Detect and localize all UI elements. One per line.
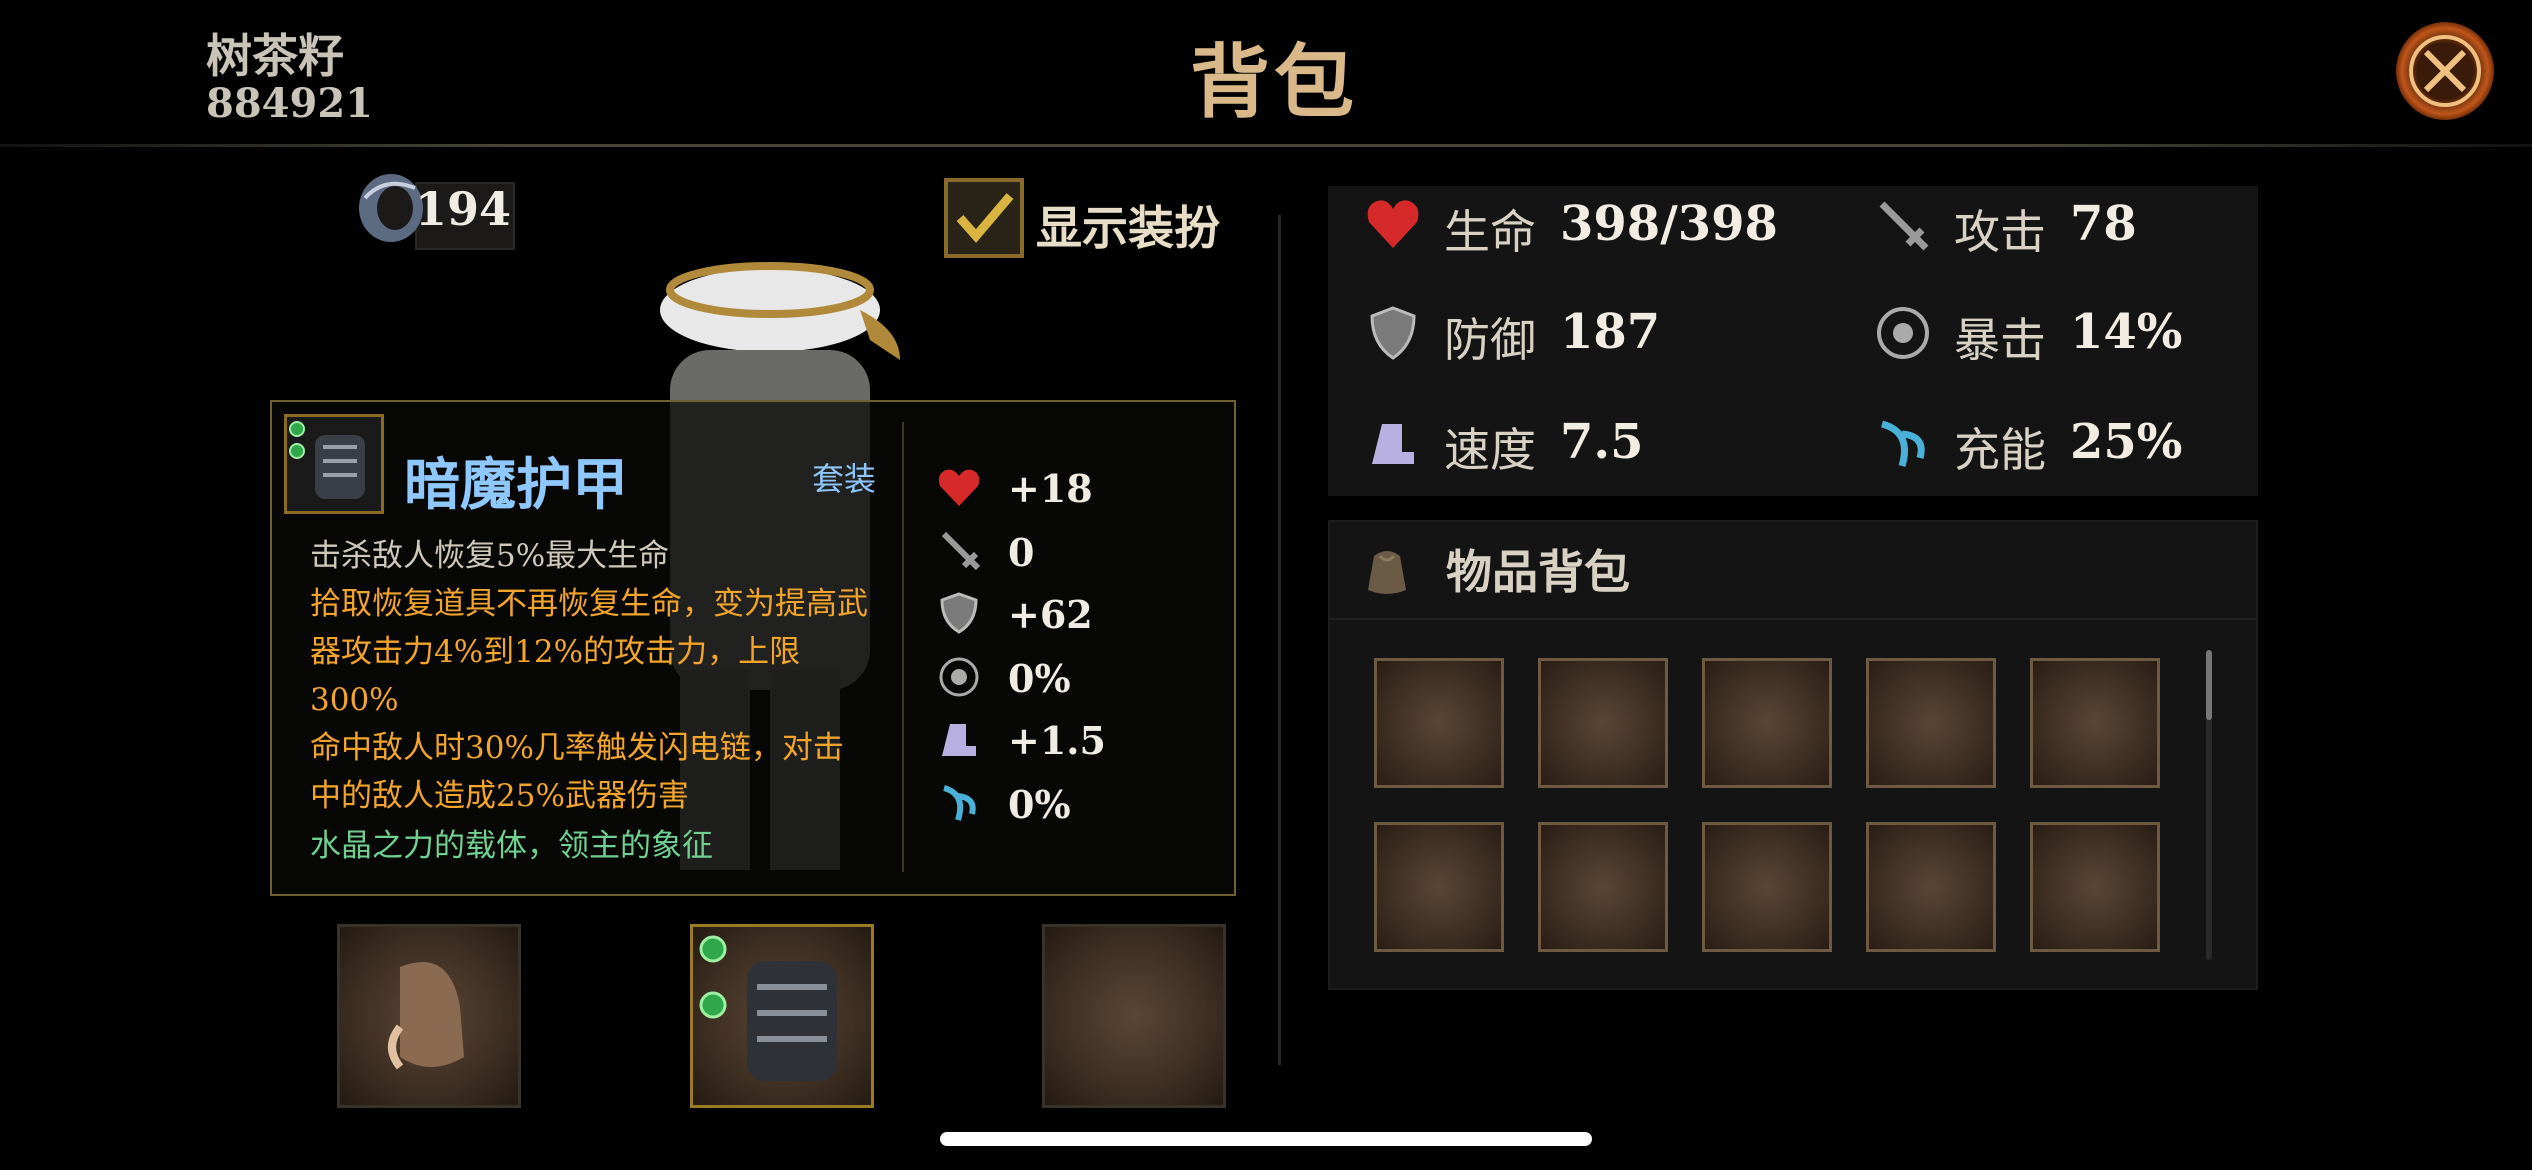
stat-crit-value: 14% bbox=[2070, 304, 2183, 360]
item-description: 击杀敌人恢复5%最大生命 bbox=[310, 538, 670, 574]
inventory-slot[interactable] bbox=[1866, 822, 1996, 952]
show-outfit-checkbox[interactable] bbox=[944, 178, 1024, 258]
stat-hp-label: 生命 bbox=[1444, 205, 1536, 259]
inventory-slot[interactable] bbox=[1538, 658, 1668, 788]
sword-icon bbox=[1879, 201, 1929, 251]
crit-icon bbox=[939, 657, 979, 697]
detail-crit-value: 0% bbox=[1008, 656, 1071, 701]
armor-item-icon bbox=[284, 414, 384, 514]
item-flavor-text: 水晶之力的载体，领主的象征 bbox=[310, 828, 713, 864]
detail-speed-value: +1.5 bbox=[1008, 718, 1106, 763]
panel-divider bbox=[1278, 215, 1281, 1065]
equip-slot-empty[interactable] bbox=[1042, 924, 1226, 1108]
item-effect: 拾取恢复道具不再恢复生命，变为提高武器攻击力4%到12%的攻击力，上限300% bbox=[310, 586, 868, 718]
header-divider bbox=[0, 144, 2532, 147]
stat-attack-value: 78 bbox=[2070, 196, 2137, 252]
player-name: 树茶籽 bbox=[206, 29, 344, 83]
currency-display: 194 bbox=[355, 168, 515, 252]
stat-attack-label: 攻击 bbox=[1954, 205, 2046, 259]
close-icon bbox=[2409, 35, 2481, 107]
item-effect: 命中敌人时30%几率触发闪电链，对击中的敌人造成25%武器伤害 bbox=[310, 730, 844, 814]
detail-defense-value: +62 bbox=[1008, 592, 1093, 637]
inventory-title: 物品背包 bbox=[1446, 545, 1630, 599]
sword-icon bbox=[941, 531, 981, 571]
inventory-scroll-thumb[interactable] bbox=[2206, 650, 2212, 720]
boot-icon bbox=[942, 724, 976, 756]
boot-icon bbox=[1372, 424, 1414, 464]
currency-value: 194 bbox=[415, 182, 512, 236]
inventory-slot[interactable] bbox=[1374, 658, 1504, 788]
energy-icon bbox=[1880, 420, 1925, 467]
armor-icon bbox=[699, 935, 837, 1081]
inventory-panel: 物品背包 bbox=[1328, 520, 2258, 990]
detail-divider bbox=[902, 422, 904, 872]
inventory-slot[interactable] bbox=[1538, 822, 1668, 952]
inventory-slot[interactable] bbox=[2030, 658, 2160, 788]
inventory-slot[interactable] bbox=[1702, 822, 1832, 952]
stat-speed-value: 7.5 bbox=[1560, 414, 1644, 470]
page-title: 背包 bbox=[1190, 35, 1358, 129]
detail-charge-value: 0% bbox=[1008, 782, 1071, 827]
crit-icon bbox=[1877, 307, 1929, 359]
shield-icon bbox=[1370, 306, 1416, 360]
item-name: 暗魔护甲 bbox=[404, 452, 628, 518]
stat-charge-label: 充能 bbox=[1954, 423, 2046, 477]
stat-defense-label: 防御 bbox=[1444, 313, 1536, 367]
equip-slot-armor[interactable] bbox=[690, 924, 874, 1108]
inventory-slot[interactable] bbox=[2030, 822, 2160, 952]
inventory-slot[interactable] bbox=[1866, 658, 1996, 788]
bag-icon bbox=[1368, 551, 1406, 594]
stat-hp-value: 398/398 bbox=[1560, 196, 1778, 252]
equip-slot-gloves[interactable] bbox=[337, 924, 521, 1108]
detail-hp-value: +18 bbox=[1008, 466, 1093, 511]
player-id: 884921 bbox=[206, 80, 373, 127]
item-detail-panel: 暗魔护甲 套装 击杀敌人恢复5%最大生命 拾取恢复道具不再恢复生命，变为提高武器… bbox=[270, 400, 1236, 896]
inventory-slot[interactable] bbox=[1374, 822, 1504, 952]
stat-charge-value: 25% bbox=[2070, 414, 2183, 470]
close-button[interactable] bbox=[2396, 22, 2494, 120]
home-indicator[interactable] bbox=[940, 1132, 1592, 1146]
gloves-icon bbox=[388, 962, 464, 1070]
shield-icon bbox=[940, 592, 978, 634]
heart-icon bbox=[938, 469, 980, 506]
heart-icon bbox=[1367, 200, 1419, 248]
character-stats-panel: 生命 398/398 攻击 78 防御 187 暴击 14% 速度 7.5 充能… bbox=[1328, 186, 2258, 496]
item-set-tag: 套装 bbox=[812, 460, 877, 498]
inventory-header-divider bbox=[1330, 618, 2256, 620]
checkmark-icon bbox=[956, 193, 1014, 243]
energy-icon bbox=[943, 785, 976, 821]
stat-speed-label: 速度 bbox=[1444, 423, 1536, 477]
detail-attack-value: 0 bbox=[1008, 530, 1035, 575]
inventory-slot[interactable] bbox=[1702, 658, 1832, 788]
stat-crit-label: 暴击 bbox=[1954, 313, 2046, 367]
stat-defense-value: 187 bbox=[1560, 304, 1661, 360]
show-outfit-label[interactable]: 显示装扮 bbox=[1036, 192, 1220, 258]
